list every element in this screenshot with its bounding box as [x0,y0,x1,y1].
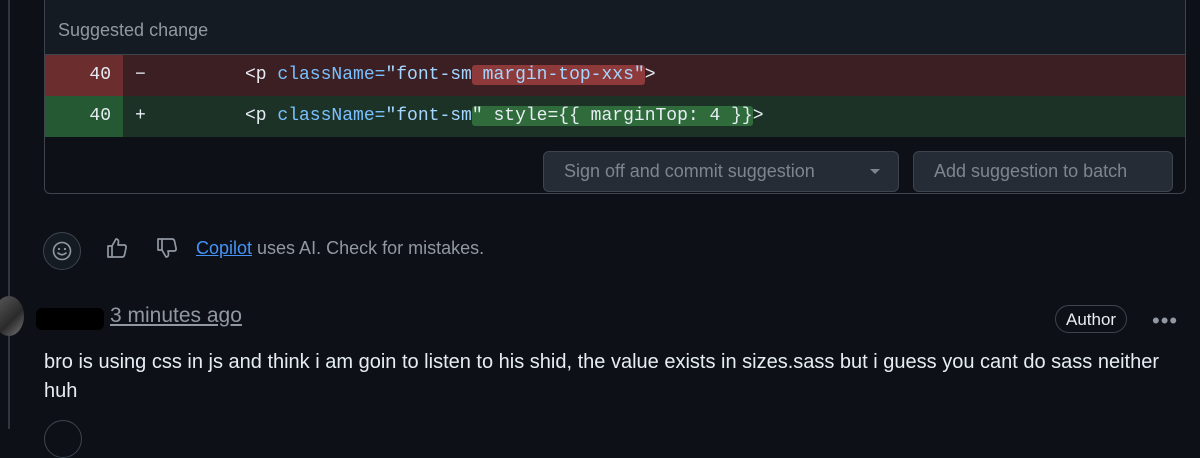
copilot-disclaimer: Copilot uses AI. Check for mistakes. [196,238,484,259]
line-number: 40 [89,106,111,126]
code-value: "font-sm [385,106,472,126]
comment-body: bro is using css in js and think i am go… [44,351,1160,402]
code-tag: <p [245,106,278,126]
thumbs-down-icon[interactable] [155,236,179,260]
suggested-change-box: Suggested change 40 − <p className="font… [44,0,1186,194]
author-badge: Author [1055,305,1128,333]
diff-deleted-row: 40 − <p className="font-sm margin-top-xx… [45,55,1185,96]
smiley-icon [52,241,72,261]
code-attr: className= [277,65,386,85]
add-to-batch-label: Add suggestion to batch [934,161,1128,181]
add-reaction-button[interactable] [43,232,81,270]
diff-added-row: 40 + <p className="font-sm" style={{ mar… [45,96,1185,137]
code-attr: className= [277,106,386,126]
diff-marker-minus: − [135,65,146,85]
code-deleted-highlight: margin-top-xxs" [471,65,645,85]
add-to-batch-button[interactable]: Add suggestion to batch [913,151,1173,192]
thumbs-up-icon[interactable] [105,236,129,260]
copilot-disclaimer-text: uses AI. Check for mistakes. [252,238,485,258]
deleted-code-line: <p className="font-sm margin-top-xxs"> [245,65,656,85]
added-code-line: <p className="font-sm" style={{ marginTo… [245,106,764,126]
code-end: > [752,106,764,126]
next-comment-avatar [44,420,82,458]
code-added-highlight: " style={{ marginTop: 4 }} [471,106,753,126]
code-value: "font-sm [385,65,472,85]
suggested-change-header: Suggested change [45,0,1185,55]
code-tag: <p [245,65,278,85]
code-end: > [644,65,656,85]
copilot-link[interactable]: Copilot [196,238,252,258]
avatar[interactable] [0,296,24,336]
diff-marker-plus: + [135,106,146,126]
chevron-down-icon[interactable] [870,169,880,174]
redacted-username [36,308,104,330]
line-number-gutter: 40 [45,55,123,96]
commit-suggestion-button[interactable]: Sign off and commit suggestion [543,151,899,192]
kebab-icon[interactable]: ••• [1152,308,1178,334]
line-number: 40 [89,65,111,85]
commit-suggestion-label: Sign off and commit suggestion [564,161,815,181]
timeline-line [8,0,10,429]
comment-timestamp[interactable]: 3 minutes ago [110,304,242,328]
suggested-change-title: Suggested change [58,20,209,40]
line-number-gutter: 40 [45,96,123,137]
